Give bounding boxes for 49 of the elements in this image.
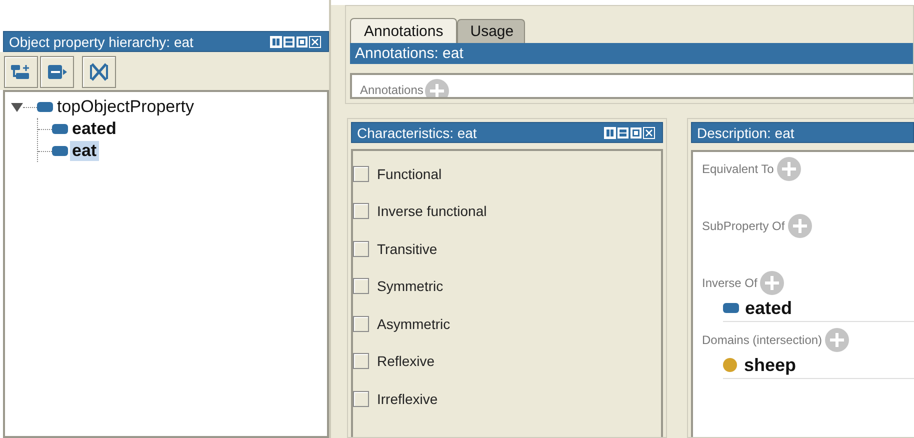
class-icon: [723, 358, 737, 372]
checkbox[interactable]: [353, 316, 369, 332]
checkbox[interactable]: [353, 166, 369, 182]
tree-item[interactable]: eat: [70, 141, 99, 161]
panel-title: Object property hierarchy: eat: [9, 34, 194, 50]
property-icon: [37, 102, 53, 112]
checkbox-label: Functional: [377, 166, 442, 182]
delete-property-button[interactable]: [82, 56, 116, 88]
checkbox-label: Asymmetric: [377, 316, 450, 332]
checkbox[interactable]: [353, 240, 369, 257]
hierarchy-add-icon: [10, 63, 32, 81]
section-label: Inverse Of: [702, 276, 758, 290]
section-label: Equivalent To: [702, 162, 774, 176]
section-label: SubProperty Of: [702, 219, 785, 233]
entity-label[interactable]: sheep: [742, 354, 798, 376]
property-icon: [723, 303, 739, 313]
entity-label[interactable]: eated: [743, 298, 794, 318]
tab[interactable]: Annotations: [350, 18, 458, 43]
property-arrow-icon: [46, 63, 68, 81]
checkbox[interactable]: [353, 203, 369, 220]
checkbox[interactable]: [353, 390, 369, 407]
tree-item[interactable]: eated: [70, 119, 118, 139]
property-icon: [52, 146, 68, 156]
panel-title: Annotations: eat: [355, 45, 464, 62]
section-label: Domains (intersection): [702, 333, 822, 347]
cross-icon: [89, 62, 109, 82]
checkbox-label: Irreflexive: [377, 390, 438, 407]
panel-title: Description: eat: [697, 124, 794, 140]
panel-title: Characteristics: eat: [357, 124, 477, 140]
add-icon[interactable]: [825, 328, 850, 352]
add-icon[interactable]: [788, 214, 812, 238]
add-sub-property-button[interactable]: [4, 56, 38, 88]
property-icon: [52, 124, 68, 134]
checkbox[interactable]: [353, 278, 369, 294]
checkbox-label: Symmetric: [377, 278, 444, 294]
view-controls-icon[interactable]: [270, 36, 322, 48]
checkbox-label: Reflexive: [377, 353, 435, 370]
checkbox-label: Transitive: [377, 240, 438, 257]
checkbox[interactable]: [353, 353, 369, 370]
tab[interactable]: Usage: [457, 19, 525, 43]
section-label: Annotations: [360, 83, 424, 97]
checkbox-label: Inverse functional: [377, 203, 487, 220]
add-sibling-property-button[interactable]: [40, 56, 74, 88]
add-icon[interactable]: [760, 271, 784, 295]
add-annotation-icon[interactable]: [425, 79, 450, 97]
tree-item[interactable]: topObjectProperty: [55, 97, 196, 117]
add-icon[interactable]: [776, 157, 801, 181]
view-controls-icon[interactable]: [604, 126, 656, 138]
collapse-arrow-icon[interactable]: [11, 101, 23, 113]
